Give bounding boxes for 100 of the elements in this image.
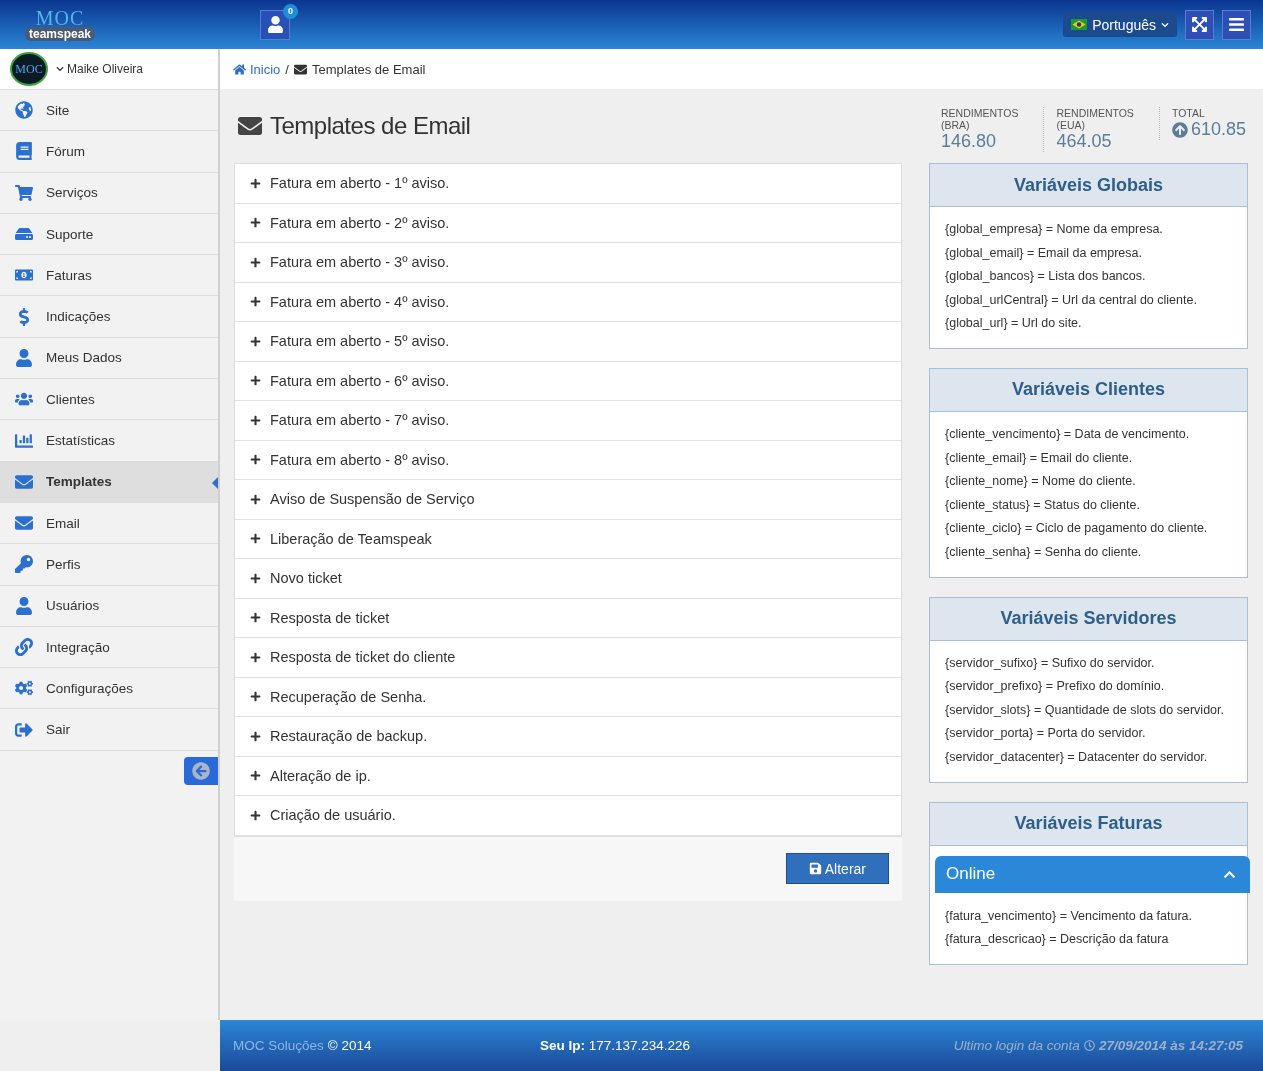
envelope-icon [13,514,34,533]
arrow-left-icon [192,761,210,780]
sidebar-item[interactable]: Clientes [0,379,218,421]
sidebar-item[interactable]: Templates [0,461,218,503]
ip-address: Seu Ip: 177.137.234.226 [540,1038,692,1053]
book-icon [13,142,34,161]
plus-icon [250,651,261,663]
template-row[interactable]: Novo ticket [235,559,901,599]
arrow-up-icon [1171,121,1188,138]
stat-value: 610.85 [1190,119,1246,140]
template-row[interactable]: Restauração de backup. [235,717,901,757]
stat-label: TOTAL [1171,107,1206,119]
online-chat-bar[interactable]: Online [935,855,1250,893]
expand-icon [1191,16,1208,33]
sidebar-item[interactable]: Configurações [0,668,218,710]
sidebar-item[interactable]: Estatísticas [0,420,218,462]
plus-icon [250,414,261,426]
cart-icon [13,183,34,202]
template-row[interactable]: Aviso de Suspensão de Serviço [235,480,901,520]
save-icon [808,862,822,875]
plus-icon [250,375,261,387]
variable-line: {servidor_slots} = Quantidade de slots do servidor. [945,701,1225,719]
plus-icon [250,177,261,189]
pointer-icon [212,476,218,489]
plus-icon [250,533,261,545]
sidebar-item[interactable]: Site [0,90,218,132]
sidebar-item[interactable]: Usuários [0,585,218,627]
collapse-sidebar-button[interactable] [184,756,218,785]
template-row[interactable]: Fatura em aberto - 6º aviso. [235,361,901,401]
gears-icon [13,679,34,698]
envelope-icon [13,472,34,491]
variable-line: {global_bancos} = Lista dos bancos. [945,268,1147,286]
stat-label: RENDIMENTOS (BRA) [941,107,1020,131]
sidebar-item[interactable]: Faturas [0,255,218,297]
variable-line: {cliente_vencimento} = Data de vencimento. [945,425,1191,443]
company-name: MOC Soluções [233,1038,324,1053]
sign-out-icon [13,720,34,739]
logo: MOC teamspeak [12,4,108,45]
variable-line: {fatura_descricao} = Descrição da fatura [945,931,1170,949]
plus-icon [250,809,261,821]
copyright: © 2014 [327,1038,372,1053]
flag-icon [1071,19,1088,30]
plus-icon [250,454,261,466]
alterar-button[interactable]: Alterar [785,853,889,884]
card-title: Variáveis Servidores [930,597,1247,641]
template-row[interactable]: Fatura em aberto - 7º aviso. [235,401,901,441]
last-login: Ultimo login da conta 27/09/2014 às 14:27:05 [953,1038,1243,1053]
sidebar-item[interactable]: Indicações [0,296,218,338]
plus-icon [250,256,261,268]
plus-icon [250,572,261,584]
stat-label: RENDIMENTOS (EUA) [1056,107,1135,131]
template-row[interactable]: Fatura em aberto - 2º aviso. [235,203,901,243]
home-link[interactable]: Inicio [233,61,281,77]
menu-button[interactable] [1222,9,1251,40]
template-row[interactable]: Fatura em aberto - 5º aviso. [235,322,901,362]
home-icon [233,62,246,76]
envelope-icon [294,62,307,76]
user-icon [13,596,34,615]
template-row[interactable]: Recuperação de Senha. [235,677,901,717]
variable-line: {servidor_prefixo} = Prefixo do domínio. [945,678,1166,696]
plus-icon [250,335,261,347]
user-menu[interactable]: Maike Oliveira [56,62,144,76]
variable-line: {global_email} = Email da empresa. [945,244,1143,262]
clock-icon [1083,1040,1095,1051]
variable-line: {servidor_porta} = Porta do servidor. [945,725,1147,743]
page-title: Templates de Email [270,112,471,140]
avatar: MOC [10,52,48,86]
user-icon [13,348,34,367]
template-row[interactable]: Fatura em aberto - 3º aviso. [235,243,901,283]
sidebar-item[interactable]: Fórum [0,131,218,173]
template-row[interactable]: Criação de usuário. [235,796,901,836]
plus-icon [250,217,261,229]
sidebar-item[interactable]: Meus Dados [0,337,218,380]
variable-line: {cliente_email} = Email do cliente. [945,449,1134,467]
fullscreen-button[interactable] [1185,9,1214,40]
template-row[interactable]: Fatura em aberto - 4º aviso. [235,282,901,322]
envelope-icon [238,114,262,138]
variable-line: {global_urlCentral} = Url da central do cliente. [945,291,1198,309]
user-notifications-button[interactable] [260,9,290,40]
sidebar-item[interactable]: Suporte [0,213,218,256]
card-title: Variáveis Clientes [930,368,1247,412]
menu-icon [1228,16,1245,33]
sidebar-item[interactable]: Sair [0,709,218,751]
breadcrumb-current: Templates de Email [312,61,426,77]
template-row[interactable]: Fatura em aberto - 8º aviso. [235,440,901,480]
sidebar-item[interactable]: Perfis [0,544,218,586]
sidebar-item[interactable]: Serviços [0,172,218,214]
template-row[interactable]: Alteração de ip. [235,756,901,796]
sidebar-item[interactable]: Email [0,502,218,545]
variable-line: {cliente_status} = Status do cliente. [945,496,1141,514]
template-row[interactable]: Resposta de ticket do cliente [235,638,901,678]
language-dropdown[interactable]: Português [1063,12,1177,37]
template-row[interactable]: Resposta de ticket [235,598,901,638]
template-row[interactable]: Liberação de Teamspeak [235,519,901,559]
chevron-down-icon [1161,20,1169,29]
sidebar-item[interactable]: Integração [0,626,218,669]
card-title: Variáveis Faturas [930,802,1247,846]
template-row[interactable]: Fatura em aberto - 1º aviso. [235,164,901,204]
globe-icon [13,101,34,120]
plus-icon [250,730,261,742]
